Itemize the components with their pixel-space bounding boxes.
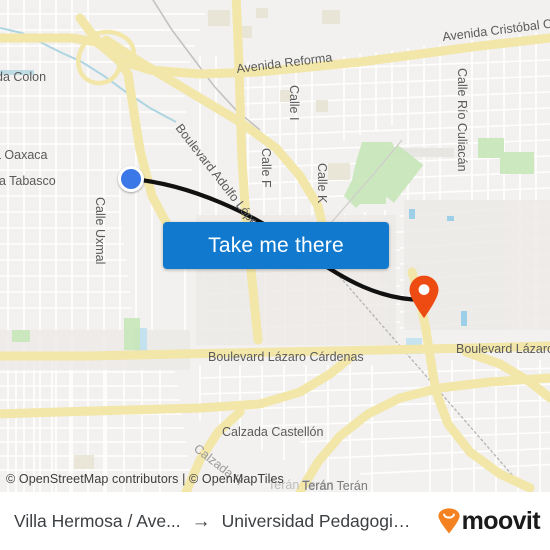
footer-bar: Villa Hermosa / Ave... → Universidad Ped… <box>0 492 550 550</box>
route-destination-label: Universidad Pedagogica Na... <box>221 510 417 531</box>
map-label: Calle K <box>315 163 329 204</box>
route-origin-label: Villa Hermosa / Ave... <box>14 510 181 531</box>
map-label: Calle I <box>287 85 301 120</box>
take-me-there-button[interactable]: Take me there <box>163 222 389 269</box>
take-me-there-label: Take me there <box>208 233 344 257</box>
map-label: Boulevard Adolfo López <box>173 121 265 234</box>
moovit-pin-icon <box>438 508 460 534</box>
moovit-logo[interactable]: moovit <box>437 506 541 535</box>
origin-marker[interactable] <box>118 166 144 192</box>
map-label: a Oaxaca <box>0 148 48 162</box>
map-label: Calle Uxmal <box>93 197 107 264</box>
map-label: Avenida Cristóbal Co <box>442 16 550 44</box>
map-label: Boulevard Lázaro Cárdenas <box>208 350 364 364</box>
destination-marker[interactable] <box>407 274 441 319</box>
map-label: Boulevard Lázaro C <box>456 342 550 356</box>
map-label: Calzada Castellón <box>222 425 323 439</box>
map-label: da Colon <box>0 70 46 84</box>
moovit-wordmark: moovit <box>461 506 541 535</box>
map-label: Avenida Reforma <box>236 50 333 76</box>
map-attribution: © OpenStreetMap contributors | © OpenMap… <box>6 472 284 486</box>
map-label: Calle F <box>259 148 273 188</box>
map-label: Calle Río Culiacán <box>455 68 469 172</box>
arrow-right-icon: → <box>191 510 211 532</box>
route-summary: Villa Hermosa / Ave... → Universidad Ped… <box>14 511 429 532</box>
map-label: da Tabasco <box>0 174 56 188</box>
moovit-map-screen: Avenida Cristóbal Co Avenida Reforma da … <box>0 0 550 550</box>
map-label: Terán Terán <box>302 479 368 492</box>
map-canvas[interactable]: Avenida Cristóbal Co Avenida Reforma da … <box>0 0 550 492</box>
